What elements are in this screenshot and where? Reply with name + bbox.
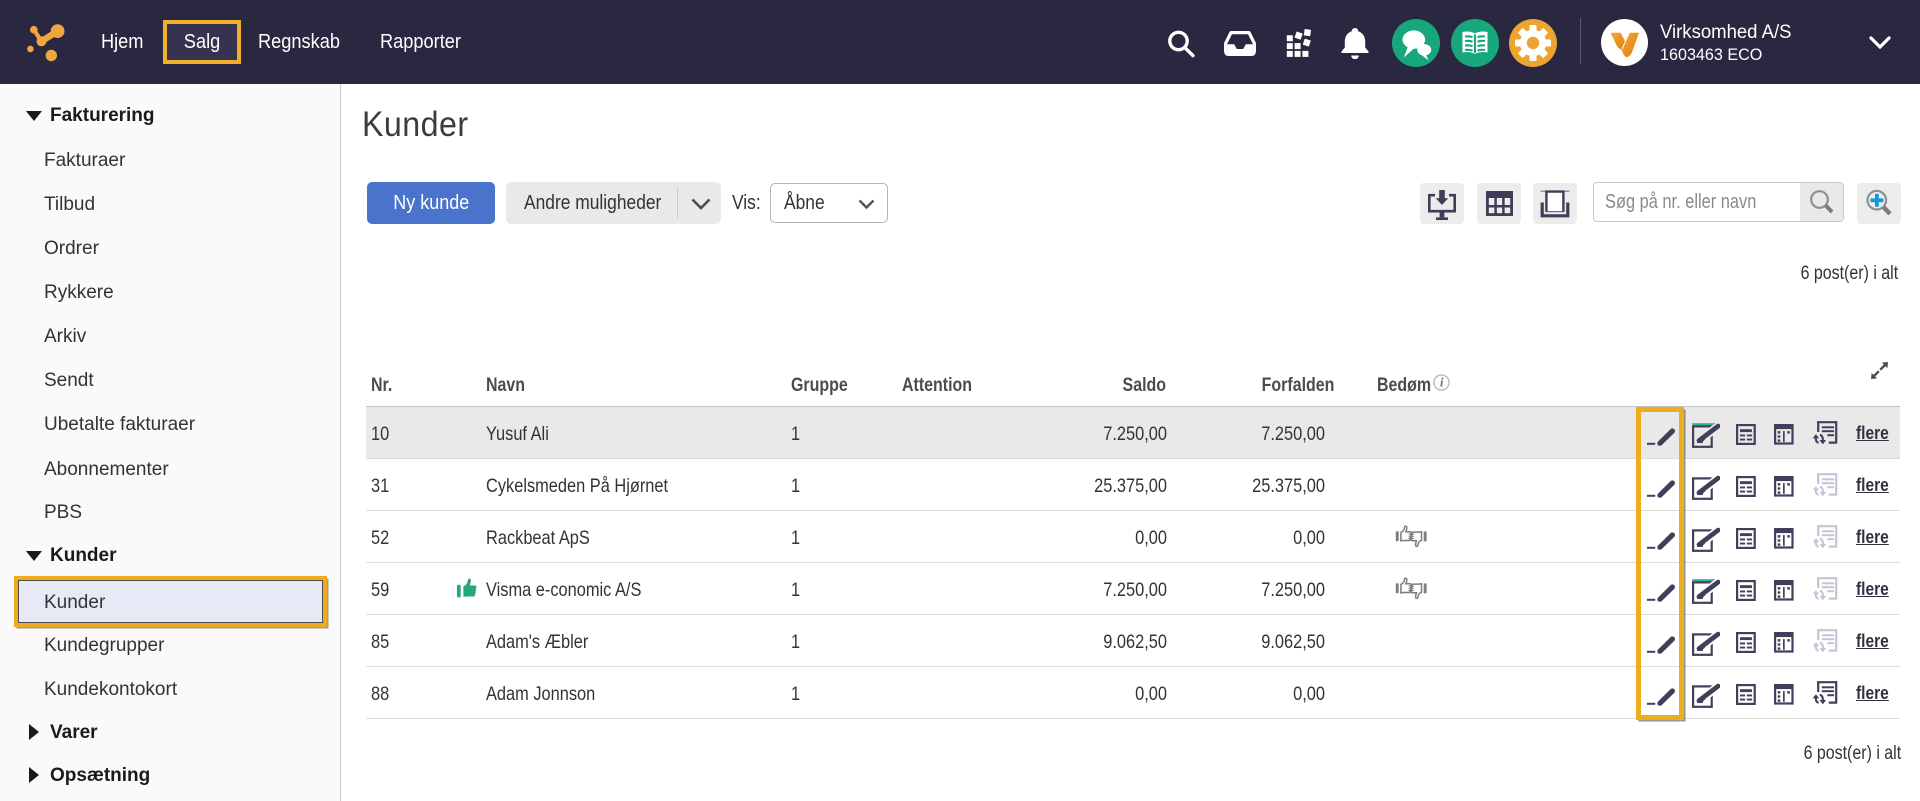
svg-text:i: i	[1440, 376, 1444, 390]
